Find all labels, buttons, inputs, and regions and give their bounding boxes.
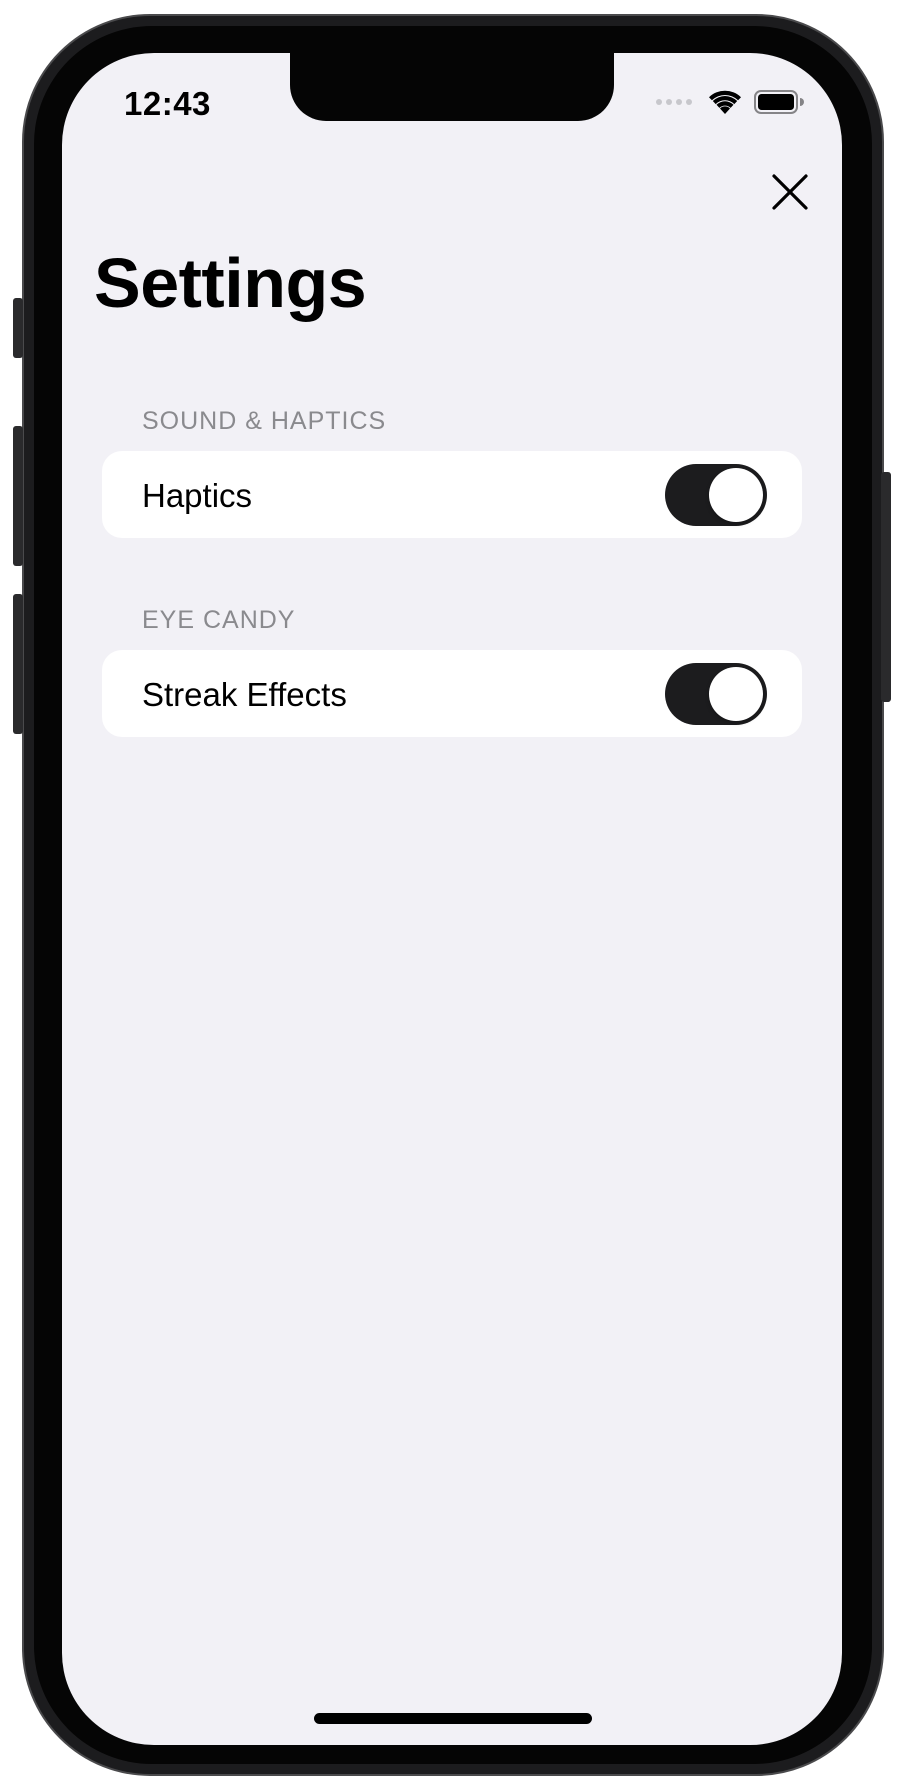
- status-time: 12:43: [124, 85, 211, 122]
- section-header-sound-haptics: SOUND & HAPTICS: [142, 407, 387, 435]
- battery-icon: [754, 90, 804, 114]
- settings-row-haptics: Haptics: [102, 451, 802, 538]
- status-icons: [656, 89, 804, 115]
- haptics-toggle[interactable]: [665, 464, 767, 526]
- close-icon: [772, 174, 808, 210]
- toggle-knob: [709, 667, 763, 721]
- power-button: [881, 472, 891, 702]
- mute-switch: [13, 298, 23, 358]
- settings-row-streak-effects: Streak Effects: [102, 650, 802, 737]
- section-header-eye-candy: EYE CANDY: [142, 606, 296, 634]
- screen: 12:43 Settings SOUND & HAPTICS Haptics E…: [62, 53, 842, 1745]
- signal-dots-icon: [656, 99, 692, 105]
- home-indicator[interactable]: [314, 1713, 592, 1724]
- volume-down-button: [13, 594, 23, 734]
- wifi-icon: [709, 90, 741, 114]
- close-button[interactable]: [766, 168, 814, 216]
- volume-up-button: [13, 426, 23, 566]
- toggle-knob: [709, 468, 763, 522]
- notch: [290, 53, 614, 121]
- streak-effects-toggle[interactable]: [665, 663, 767, 725]
- row-label: Streak Effects: [142, 676, 347, 713]
- row-label: Haptics: [142, 477, 253, 514]
- page-title: Settings: [94, 244, 367, 322]
